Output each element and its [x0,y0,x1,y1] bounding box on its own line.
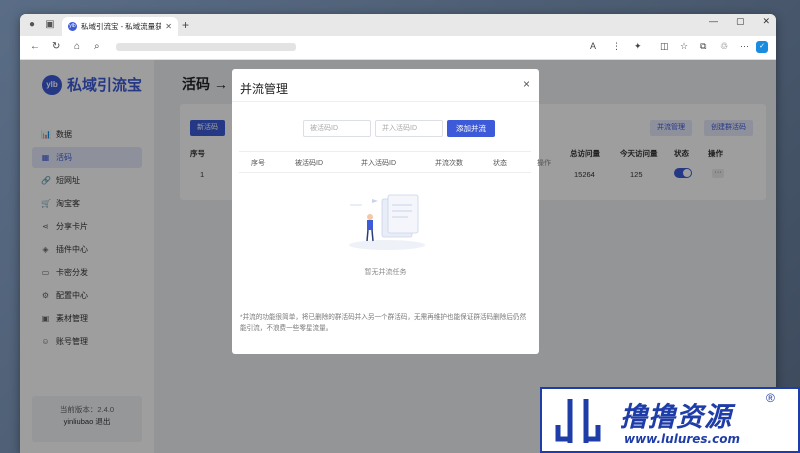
search-icon[interactable]: ⌕ [94,41,100,52]
watermark-title: 撸撸资源 [620,402,732,433]
tab-close-icon[interactable]: ✕ [165,22,172,31]
modal-table-header: 序号 被活码ID 并入活码ID 并流次数 状态 操作 [239,151,551,173]
watermark-logo [555,399,601,443]
split-icon[interactable]: ◫ [660,41,669,52]
browser-tab[interactable]: ylb 私域引流宝 - 私域流量获取与维护 ✕ [62,17,178,36]
merge-note: *并流的功能很简单，将已删除的群活码并入另一个群活码，无需再维护也能保证群活码删… [240,314,527,332]
minimize-button[interactable]: — [709,16,718,27]
reload-icon[interactable]: ↻ [52,41,60,52]
tab-actions-icon[interactable]: ▣ [44,19,56,31]
modal-th-target-id: 并入活码ID [361,160,396,167]
target-qrcode-id-input[interactable]: 并入活码ID [375,120,443,137]
merge-manage-modal: 并流管理 × 被活码ID 并入活码ID 添加并流 序号 被活码ID 并入活码ID… [232,69,551,354]
tab-bar: ● ▣ ylb 私域引流宝 - 私域流量获取与维护 ✕ + — ▢ ✕ [20,14,776,36]
address-toolbar: ← ↻ ⌂ ⌕ A ⋮ ✦ ◫ ☆ ⧉ ♲ ··· ✓ [20,36,776,60]
modal-close-icon[interactable]: × [523,77,530,91]
modal-th-status: 状态 [493,160,507,167]
watermark-url: www.lulures.com [624,432,740,446]
modal-th-count: 并流次数 [435,160,463,167]
profile-sync-icon[interactable]: ♲ [720,41,728,52]
close-window-button[interactable]: ✕ [762,16,770,27]
modal-th-index: 序号 [251,160,265,167]
add-merge-button[interactable]: 添加并流 [447,120,495,137]
window-controls: — ▢ ✕ [709,16,770,27]
modal-title: 并流管理 [240,82,289,96]
profile-icon[interactable]: ● [26,19,38,31]
maximize-button[interactable]: ▢ [736,16,745,27]
read-aloud-icon[interactable]: A [590,41,596,51]
copilot-icon[interactable]: ✓ [756,41,768,53]
extension-icon[interactable]: ✦ [634,41,642,52]
collections-icon[interactable]: ⧉ [700,41,706,52]
menu-icon[interactable]: ··· [740,41,749,51]
empty-state-illustration [349,194,425,250]
watermark-registered: ® [766,391,775,405]
watermark-banner: 撸撸资源 ® www.lulures.com [540,387,800,453]
empty-state-text: 暂无并流任务 [364,269,407,276]
modal-th-source-id: 被活码ID [295,160,323,167]
translate-icon[interactable]: ⋮ [612,41,621,52]
favicon-icon: ylb [68,22,77,31]
modal-divider [232,101,539,102]
favorite-icon[interactable]: ☆ [680,41,688,52]
source-qrcode-id-input[interactable]: 被活码ID [303,120,371,137]
tab-title: 私域引流宝 - 私域流量获取与维护 [81,22,162,31]
home-icon[interactable]: ⌂ [74,41,80,52]
modal-th-actions: 操作 [537,160,551,167]
address-input[interactable] [116,43,296,51]
new-tab-icon[interactable]: + [182,18,189,32]
back-icon[interactable]: ← [30,41,40,52]
